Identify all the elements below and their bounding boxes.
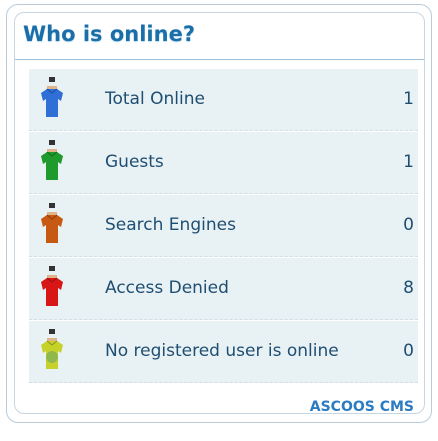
stat-count: 0 [403, 341, 414, 361]
stat-count: 0 [403, 215, 414, 235]
stat-label: Access Denied [105, 278, 229, 298]
stat-label: Search Engines [105, 215, 236, 235]
online-stats-list: Total Online 1 Guests 1 Search Engines 0… [29, 69, 418, 384]
head-shape [49, 203, 55, 208]
user-blue-icon [39, 75, 65, 121]
stat-count: 1 [403, 89, 414, 109]
who-is-online-widget: Who is online? Total Online 1 Guests 1 S… [6, 4, 432, 423]
stat-count: 1 [403, 152, 414, 172]
user-red-icon [39, 264, 65, 310]
shirt-emblem [46, 351, 58, 363]
title-divider [15, 59, 424, 60]
user-orange-icon [39, 201, 65, 247]
stat-label: Total Online [105, 89, 205, 109]
widget-title: Who is online? [23, 22, 196, 46]
stat-count: 8 [403, 278, 414, 298]
list-item-total-online: Total Online 1 [29, 69, 418, 131]
stat-label: No registered user is online [105, 341, 339, 361]
head-shape [49, 77, 55, 82]
widget-panel: Who is online? Total Online 1 Guests 1 S… [14, 12, 425, 415]
stat-label: Guests [105, 152, 164, 172]
list-item-access-denied: Access Denied 8 [29, 258, 418, 320]
head-shape [49, 329, 55, 334]
list-item-search-engines: Search Engines 0 [29, 195, 418, 257]
ascoos-cms-link[interactable]: ASCOOS CMS [310, 399, 414, 415]
user-yellow-icon [39, 327, 65, 373]
list-item-guests: Guests 1 [29, 132, 418, 194]
list-item-registered-users: No registered user is online 0 [29, 321, 418, 383]
head-shape [49, 266, 55, 271]
user-green-icon [39, 138, 65, 184]
head-shape [49, 140, 55, 145]
